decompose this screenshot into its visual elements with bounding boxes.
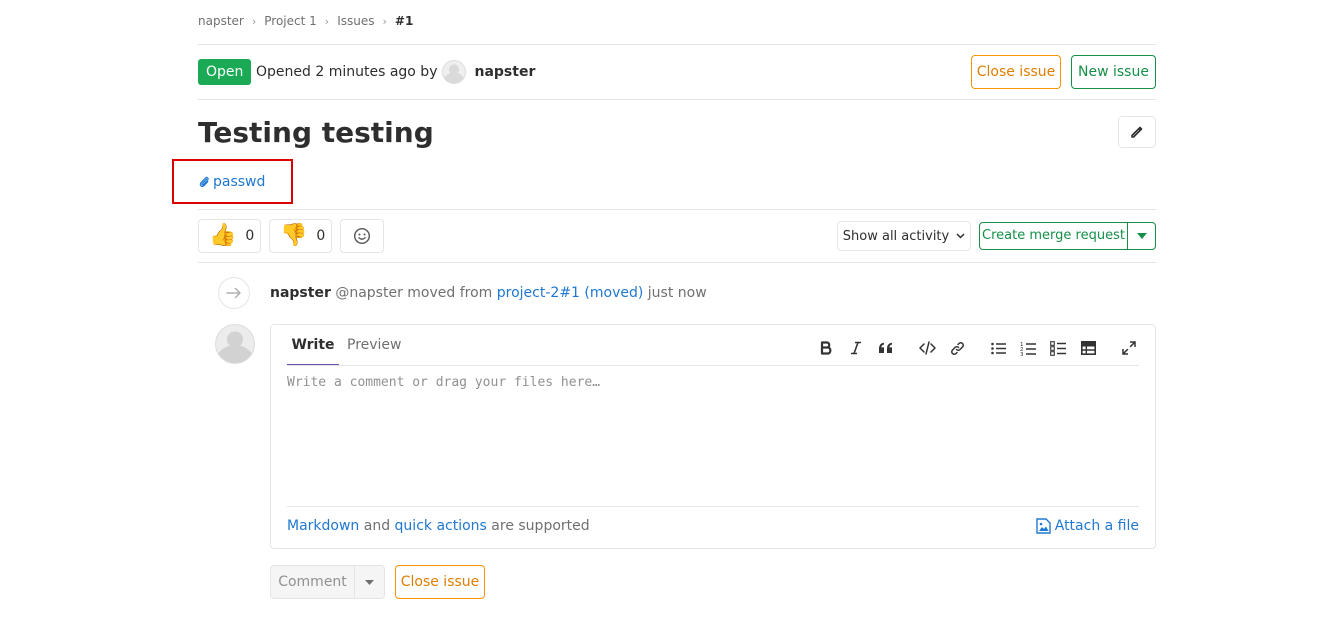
status-badge: Open <box>198 59 252 85</box>
divider <box>287 506 1139 507</box>
create-merge-request-button[interactable]: Create merge request <box>979 222 1128 250</box>
edit-title-button[interactable] <box>1118 116 1156 148</box>
activity-filter-label: Show all activity <box>842 228 950 244</box>
and-text: and <box>363 518 391 534</box>
arrow-right-icon <box>226 287 241 299</box>
markdown-help: Markdown and quick actions are supported <box>287 518 590 534</box>
supported-text: are supported <box>491 518 590 534</box>
divider <box>198 44 1156 45</box>
comment-options-toggle[interactable] <box>354 565 385 599</box>
moved-from-link[interactable]: project-2#1 (moved) <box>497 285 644 301</box>
system-note-icon <box>218 277 250 309</box>
link-icon[interactable] <box>946 338 968 358</box>
chevron-down-icon <box>1136 233 1147 239</box>
thumbs-down-button[interactable]: 👎 0 <box>269 219 332 253</box>
breadcrumb-item-issues[interactable]: Issues <box>337 14 374 28</box>
markdown-link[interactable]: Markdown <box>287 518 359 534</box>
chevron-right-icon: › <box>251 14 257 28</box>
tab-preview[interactable]: Preview <box>347 334 402 366</box>
thumbs-down-count: 0 <box>316 228 326 244</box>
system-note: napster @napster moved from project-2#1 … <box>270 284 707 302</box>
thumbs-down-icon: 👎 <box>280 223 308 248</box>
note-author-link[interactable]: napster <box>270 285 331 301</box>
activity-filter-dropdown[interactable]: Show all activity <box>837 221 971 251</box>
breadcrumb-item-current[interactable]: #1 <box>395 14 413 28</box>
author-link[interactable]: napster <box>474 64 535 80</box>
divider <box>198 262 1156 263</box>
add-reaction-button[interactable] <box>340 219 384 253</box>
opened-text: Opened 2 minutes ago by <box>256 64 438 80</box>
quote-icon[interactable] <box>875 338 897 358</box>
current-user-avatar[interactable] <box>215 324 255 364</box>
image-icon <box>1036 518 1051 534</box>
author-avatar[interactable] <box>442 60 467 84</box>
divider <box>198 99 1156 100</box>
breadcrumb-item-project[interactable]: Project 1 <box>264 14 317 28</box>
breadcrumb-item-user[interactable]: napster <box>198 14 244 28</box>
close-issue-button[interactable]: Close issue <box>971 55 1061 89</box>
numbered-list-icon[interactable]: 123 <box>1017 338 1039 358</box>
thumbs-up-icon: 👍 <box>209 223 237 248</box>
task-list-icon[interactable] <box>1047 338 1069 358</box>
note-author-handle: @napster <box>335 285 403 301</box>
new-issue-button[interactable]: New issue <box>1071 55 1156 89</box>
merge-request-options-toggle[interactable] <box>1127 222 1156 250</box>
pencil-icon <box>1131 126 1143 138</box>
chevron-right-icon: › <box>324 14 330 28</box>
comment-button[interactable]: Comment <box>270 565 355 599</box>
attach-file-label: Attach a file <box>1054 518 1139 534</box>
close-issue-footer-button[interactable]: Close issue <box>395 565 485 599</box>
attach-file-button[interactable]: Attach a file <box>1036 518 1139 534</box>
fullscreen-icon[interactable] <box>1118 338 1140 358</box>
note-time: just now <box>647 285 707 301</box>
issue-meta: Opened 2 minutes ago by napster <box>256 60 535 84</box>
chevron-down-icon <box>956 233 965 239</box>
italic-icon[interactable] <box>845 338 867 358</box>
breadcrumb: napster › Project 1 › Issues › #1 <box>198 12 413 30</box>
attachment-name: passwd <box>213 174 266 190</box>
thumbs-up-button[interactable]: 👍 0 <box>198 219 261 253</box>
note-action: moved from <box>407 285 493 301</box>
bold-icon[interactable] <box>815 338 837 358</box>
paperclip-icon <box>199 176 209 187</box>
divider <box>287 365 1139 366</box>
comment-input[interactable] <box>287 375 1139 501</box>
chevron-down-icon <box>365 579 374 585</box>
code-icon[interactable] <box>916 338 938 358</box>
tab-write[interactable]: Write <box>287 334 339 366</box>
svg-text:3: 3 <box>1020 352 1024 356</box>
divider <box>198 209 1156 210</box>
chevron-right-icon: › <box>382 14 387 28</box>
quick-actions-link[interactable]: quick actions <box>395 518 487 534</box>
table-icon[interactable] <box>1077 338 1099 358</box>
thumbs-up-count: 0 <box>245 228 255 244</box>
bullet-list-icon[interactable] <box>987 338 1009 358</box>
issue-title: Testing testing <box>198 116 434 149</box>
comment-form: Write Preview 123 Markdown and quick act… <box>270 324 1156 549</box>
attachment-link[interactable]: passwd <box>198 173 265 191</box>
smiley-icon <box>353 227 371 245</box>
